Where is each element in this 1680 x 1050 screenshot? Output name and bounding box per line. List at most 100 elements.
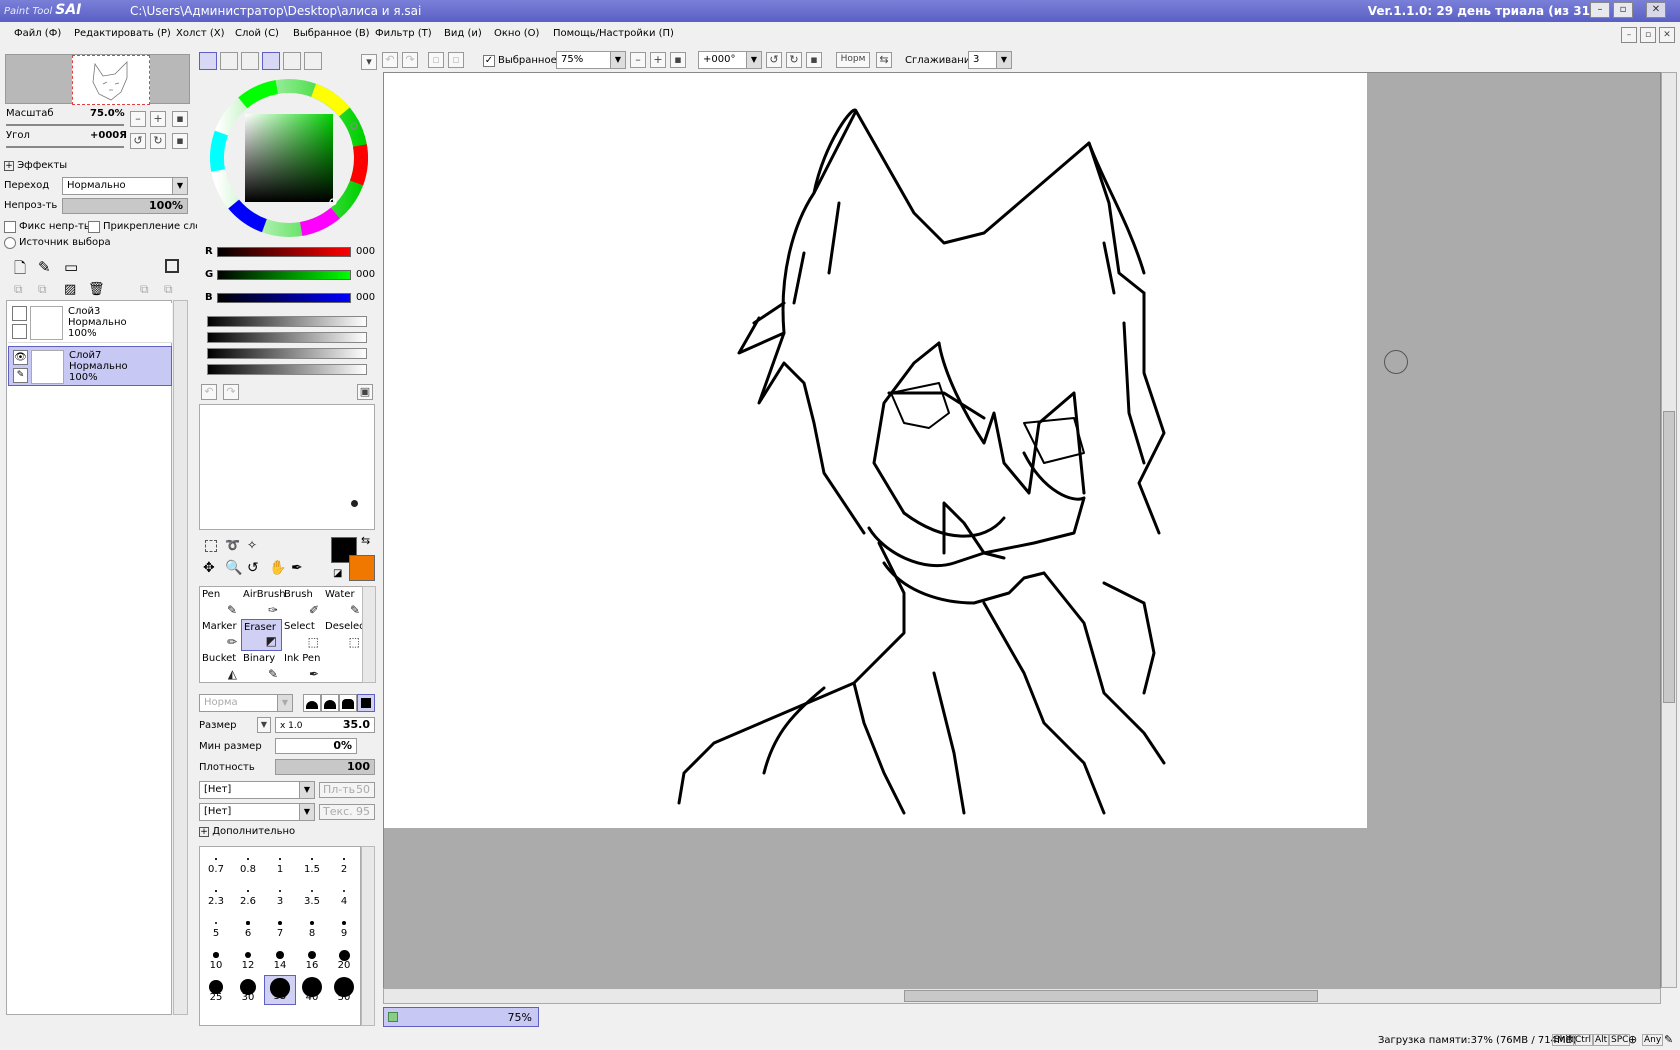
preserve-opacity-checkbox[interactable] [4,221,16,233]
new-layer-icon[interactable]: 🗋 [14,258,26,283]
gray-slider-4[interactable] [207,364,367,375]
blend-mode-select[interactable]: Нормально ▼ [62,177,188,195]
tool-brush[interactable]: Brush ✐ [282,587,323,619]
transfer-icon[interactable]: ⧉ [140,282,149,297]
rotate-cw-button[interactable]: ↻ [786,52,802,68]
green-slider[interactable] [217,270,351,280]
pencil-icon[interactable]: ✎ [13,368,28,383]
new-vector-layer-icon[interactable]: ✎ [38,258,51,276]
rotate-right-button[interactable]: ↻ [150,133,166,149]
opacity-slider[interactable]: 100% [62,198,188,214]
merge-icon[interactable]: ⧉ [164,282,173,297]
canvas-area[interactable] [383,72,1661,1000]
brush-size-cell[interactable]: 2.3 [200,879,232,909]
red-slider[interactable] [217,247,351,257]
zoom-icon[interactable]: 🔍 [225,560,242,576]
color-wheel-tab[interactable] [199,52,217,70]
flip-horizontal-button[interactable]: ⇆ [876,52,892,68]
scratchpad-tab[interactable] [304,52,322,70]
menu-view[interactable]: Вид (и) [444,28,482,39]
navigator-viewport[interactable] [72,55,150,105]
menu-file[interactable]: Файл (Ф) [14,28,61,39]
menu-filter[interactable]: Фильтр (Т) [375,28,432,39]
deselect-button[interactable]: ▫ [428,52,444,68]
zoom-out-button[interactable]: – [130,111,146,127]
rotate-icon[interactable]: ↺ [247,560,259,576]
mdi-minimize-button[interactable]: – [1621,27,1637,43]
gray-slider-tab[interactable] [262,52,280,70]
undo-swatch-button[interactable]: ↶ [201,384,217,400]
texture-strength-1[interactable]: Пл-ть 50 [319,782,375,798]
zoom-in-button[interactable]: + [650,52,666,68]
maximize-button[interactable]: ▫ [1613,2,1633,18]
gray-slider-2[interactable] [207,332,367,343]
secondary-color-swatch[interactable] [349,555,375,581]
rotate-reset-button[interactable]: ▪ [172,133,188,149]
hand-icon[interactable]: ✋ [269,560,286,576]
document-tab[interactable]: 75% [383,1007,539,1027]
mdi-restore-button[interactable]: ▫ [1640,27,1656,43]
advanced-toggle[interactable]: + Дополнительно [199,826,295,837]
zoom-select[interactable]: 75% ▼ [556,51,626,69]
tool-grid-scrollbar[interactable] [362,586,376,683]
lasso-icon[interactable]: ➰ [225,538,240,552]
effects-toggle[interactable]: + Эффекты [4,160,67,171]
tool-binary[interactable]: Binary ✎ [241,651,282,683]
magic-wand-icon[interactable]: ✧ [247,538,257,552]
texture-strength-2[interactable]: Текс. 95 [319,804,375,820]
size-grid-scrollbar[interactable] [361,846,375,1026]
brush-mode-select[interactable]: Норма ▼ [199,694,293,712]
brush-size-cell[interactable]: 9 [328,911,360,941]
copy-layer-icon[interactable]: ⧉ [14,282,23,297]
brush-size-cell[interactable]: 50 [328,975,360,1005]
swatches-tab[interactable] [283,52,301,70]
selection-checkbox[interactable]: ✓ [483,55,495,67]
new-folder-icon[interactable]: ▭ [64,258,78,276]
tool-eraser[interactable]: Eraser ◩ [241,619,282,651]
brush-size-cell[interactable]: 5 [200,911,232,941]
menu-layer[interactable]: Слой (С) [235,28,279,39]
texture-select-2[interactable]: [Нет] ▼ [199,803,315,821]
smoothing-select[interactable]: 3 ▼ [968,51,1012,69]
layer-scrollbar[interactable] [173,300,188,1015]
tool-airbrush[interactable]: AirBrush ✑ [241,587,286,619]
menu-selection[interactable]: Выбранное (В) [293,28,370,39]
panel-menu-button[interactable]: ▾ [361,54,377,70]
scratchpad[interactable] [199,404,375,530]
clear-layer-icon[interactable]: ▨ [64,282,76,297]
layer-list[interactable]: Слой3 Нормально 100% 👁 ✎ Слой7 Нормально 100… [6,300,172,1015]
layer-item-selected[interactable]: 👁 ✎ Слой7 Нормально 100% [8,346,172,386]
undo-button[interactable]: ↶ [382,52,398,68]
brush-size-cell[interactable]: 0.7 [200,847,232,877]
selection-source-radio[interactable] [4,237,16,249]
brush-size-cell[interactable]: 16 [296,943,328,973]
brush-size-cell[interactable]: 7 [264,911,296,941]
redo-swatch-button[interactable]: ↷ [223,384,239,400]
mask-icon[interactable] [165,259,179,273]
brush-shape-4[interactable] [357,694,375,712]
zoom-out-button[interactable]: – [630,52,646,68]
min-size-slider[interactable]: 0% [275,738,357,754]
redo-button[interactable]: ↷ [402,52,418,68]
menu-edit[interactable]: Редактировать (Р) [74,28,171,39]
gray-slider-1[interactable] [207,316,367,327]
eye-icon[interactable]: 👁 [13,350,28,365]
eyedropper-icon[interactable]: ✒ [291,560,303,576]
clip-layer-checkbox[interactable] [88,221,100,233]
tool-water[interactable]: Water ✎ [323,587,364,619]
menu-canvas[interactable]: Холст (X) [176,28,225,39]
brush-size-cell[interactable]: 20 [328,943,360,973]
horizontal-scroll-thumb[interactable] [904,990,1318,1002]
tool-bucket[interactable]: Bucket ◭ [200,651,241,683]
zoom-in-button[interactable]: + [150,111,166,127]
brush-size-cell[interactable]: 2 [328,847,360,877]
color-wheel[interactable] [207,76,371,240]
lock-toggle[interactable] [12,324,27,339]
brush-shape-2[interactable] [321,694,339,712]
brush-size-cell[interactable]: 3 [264,879,296,909]
flip-normal-button[interactable]: Норм [836,52,870,68]
tool-pen[interactable]: Pen ✎ [200,587,241,619]
blue-slider[interactable] [217,293,351,303]
brush-size-cell[interactable]: 1 [264,847,296,877]
visibility-toggle[interactable] [12,306,27,321]
